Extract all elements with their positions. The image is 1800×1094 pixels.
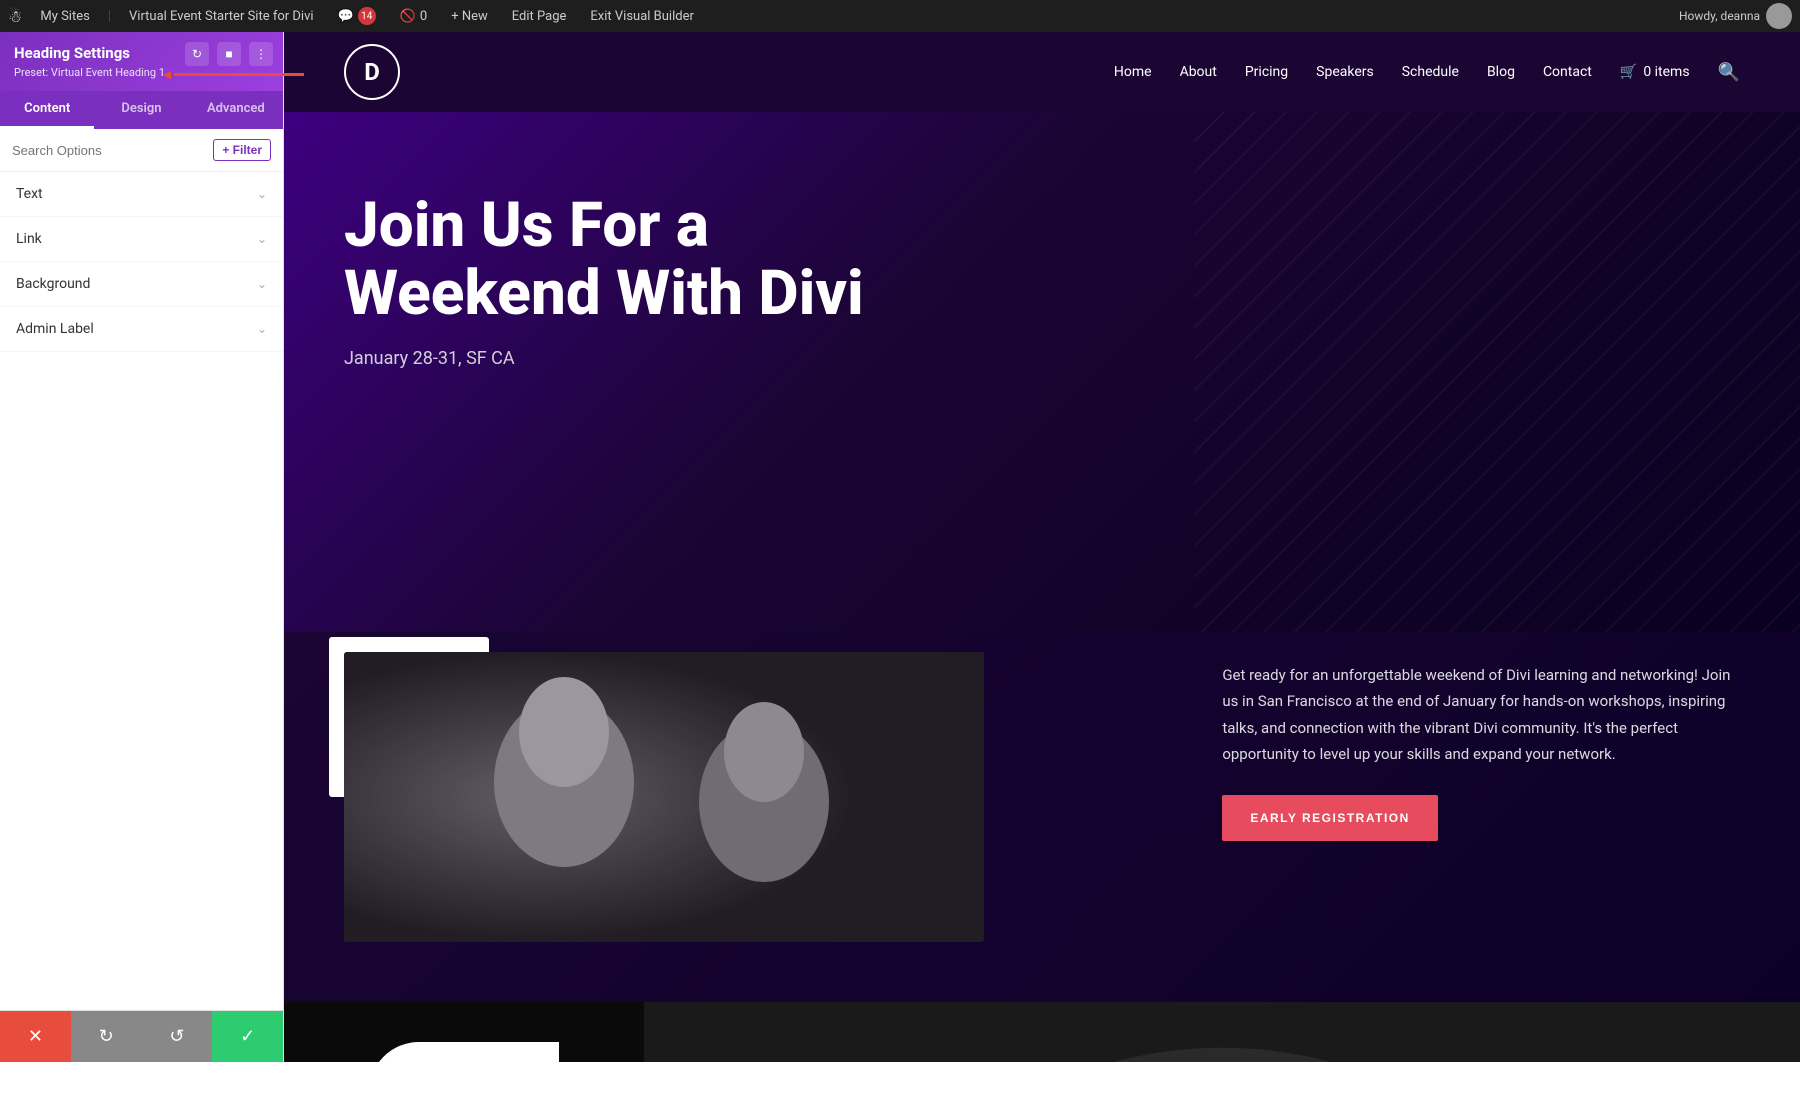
link-chevron-icon: ⌄ — [257, 232, 267, 246]
nav-blog[interactable]: Blog — [1487, 64, 1515, 80]
option-text[interactable]: Text ⌄ — [0, 172, 283, 217]
hero-section: Join Us For a Weekend With Divi January … — [284, 112, 1800, 632]
section2-left — [284, 1002, 644, 1062]
nav-schedule[interactable]: Schedule — [1402, 64, 1459, 80]
hero-description: Get ready for an unforgettable weekend o… — [1222, 662, 1740, 767]
hero-image-row: Get ready for an unforgettable weekend o… — [284, 632, 1800, 1002]
hero-text-block: Get ready for an unforgettable weekend o… — [1222, 652, 1740, 841]
text-chevron-icon: ⌄ — [257, 187, 267, 201]
panel-reset-icon[interactable]: ↻ — [185, 42, 209, 66]
search-icon[interactable]: 🔍 — [1718, 62, 1740, 83]
new-post-button[interactable]: + New — [445, 9, 494, 24]
nav-pricing[interactable]: Pricing — [1245, 64, 1288, 80]
tab-content[interactable]: Content — [0, 91, 94, 129]
spam-link[interactable]: 🚫 0 — [394, 9, 434, 24]
my-sites-label: My Sites — [40, 9, 89, 24]
cancel-button[interactable]: ✕ — [0, 1011, 71, 1062]
nav-speakers[interactable]: Speakers — [1316, 64, 1374, 80]
panel-tabs: Content Design Advanced — [0, 91, 283, 129]
wp-admin-bar: ☃ My Sites | Virtual Event Starter Site … — [0, 0, 1800, 32]
user-avatar — [1766, 3, 1792, 29]
decorative-shape — [369, 1042, 559, 1062]
wp-logo[interactable]: ☃ — [8, 7, 22, 26]
save-button[interactable]: ✓ — [212, 1011, 283, 1062]
panel-header: Heading Settings Preset: Virtual Event H… — [0, 32, 283, 91]
tab-design[interactable]: Design — [94, 91, 188, 129]
hero-subtitle: January 28-31, SF CA — [344, 348, 1112, 369]
cart-count: 0 items — [1643, 64, 1689, 80]
section2: ⋯ — [284, 1002, 1800, 1062]
comments-link[interactable]: 💬 14 — [332, 7, 382, 25]
edit-page-button[interactable]: Edit Page — [506, 9, 573, 24]
search-input[interactable] — [12, 143, 207, 158]
redo-button[interactable]: ↺ — [142, 1011, 213, 1062]
hero-title: Join Us For a Weekend With Divi — [344, 192, 1112, 328]
section2-right: ⋯ — [644, 1002, 1800, 1062]
early-registration-button[interactable]: EARLY REGISTRATION — [1222, 795, 1437, 841]
nav-home[interactable]: Home — [1114, 64, 1152, 80]
tab-advanced[interactable]: Advanced — [189, 91, 283, 129]
my-sites-menu[interactable]: My Sites — [34, 9, 95, 24]
exit-builder-button[interactable]: Exit Visual Builder — [584, 9, 699, 24]
panel-columns-icon[interactable]: ■ — [217, 42, 241, 66]
option-link[interactable]: Link ⌄ — [0, 217, 283, 262]
preset-arrow-indicator: ◄ — [160, 66, 304, 83]
nav-about[interactable]: About — [1180, 64, 1217, 80]
hero-photo — [344, 652, 984, 942]
site-nav: Home About Pricing Speakers Schedule Blo… — [1114, 62, 1740, 83]
option-admin-label[interactable]: Admin Label ⌄ — [0, 307, 283, 352]
cart-icon[interactable]: 🛒 0 items — [1620, 64, 1690, 80]
hero-content: Join Us For a Weekend With Divi January … — [344, 192, 1112, 369]
hero-image-container — [344, 652, 1172, 942]
howdy-greeting: Howdy, deanna — [1679, 3, 1792, 29]
site-logo[interactable]: D — [344, 44, 400, 100]
section2-image — [644, 1002, 1800, 1062]
site-name[interactable]: Virtual Event Starter Site for Divi — [123, 9, 320, 24]
cart-icon-symbol: 🛒 — [1620, 64, 1637, 80]
nav-contact[interactable]: Contact — [1543, 64, 1592, 80]
section2-photo-svg — [644, 1002, 1800, 1062]
hero-photo-svg — [344, 652, 984, 942]
panel-more-icon[interactable]: ⋮ — [249, 42, 273, 66]
panel-header-icons: ↻ ■ ⋮ — [185, 42, 273, 66]
panel-options-list: Text ⌄ Link ⌄ Background ⌄ Admin Label ⌄ — [0, 172, 283, 1010]
panel-search-area: + Filter — [0, 129, 283, 172]
filter-button[interactable]: + Filter — [213, 139, 271, 161]
panel-footer: ✕ ↻ ↺ ✓ — [0, 1010, 283, 1062]
main-content-area: D Home About Pricing Speakers Schedule B… — [284, 32, 1800, 1062]
site-header: D Home About Pricing Speakers Schedule B… — [284, 32, 1800, 112]
admin-label-chevron-icon: ⌄ — [257, 322, 267, 336]
background-chevron-icon: ⌄ — [257, 277, 267, 291]
option-background[interactable]: Background ⌄ — [0, 262, 283, 307]
undo-button[interactable]: ↻ — [71, 1011, 142, 1062]
preset-label: Preset: Virtual Event Heading 1 — [14, 66, 165, 79]
spam-count: 0 — [420, 9, 427, 24]
heading-settings-panel: Heading Settings Preset: Virtual Event H… — [0, 32, 284, 1062]
comments-count: 14 — [358, 7, 376, 25]
